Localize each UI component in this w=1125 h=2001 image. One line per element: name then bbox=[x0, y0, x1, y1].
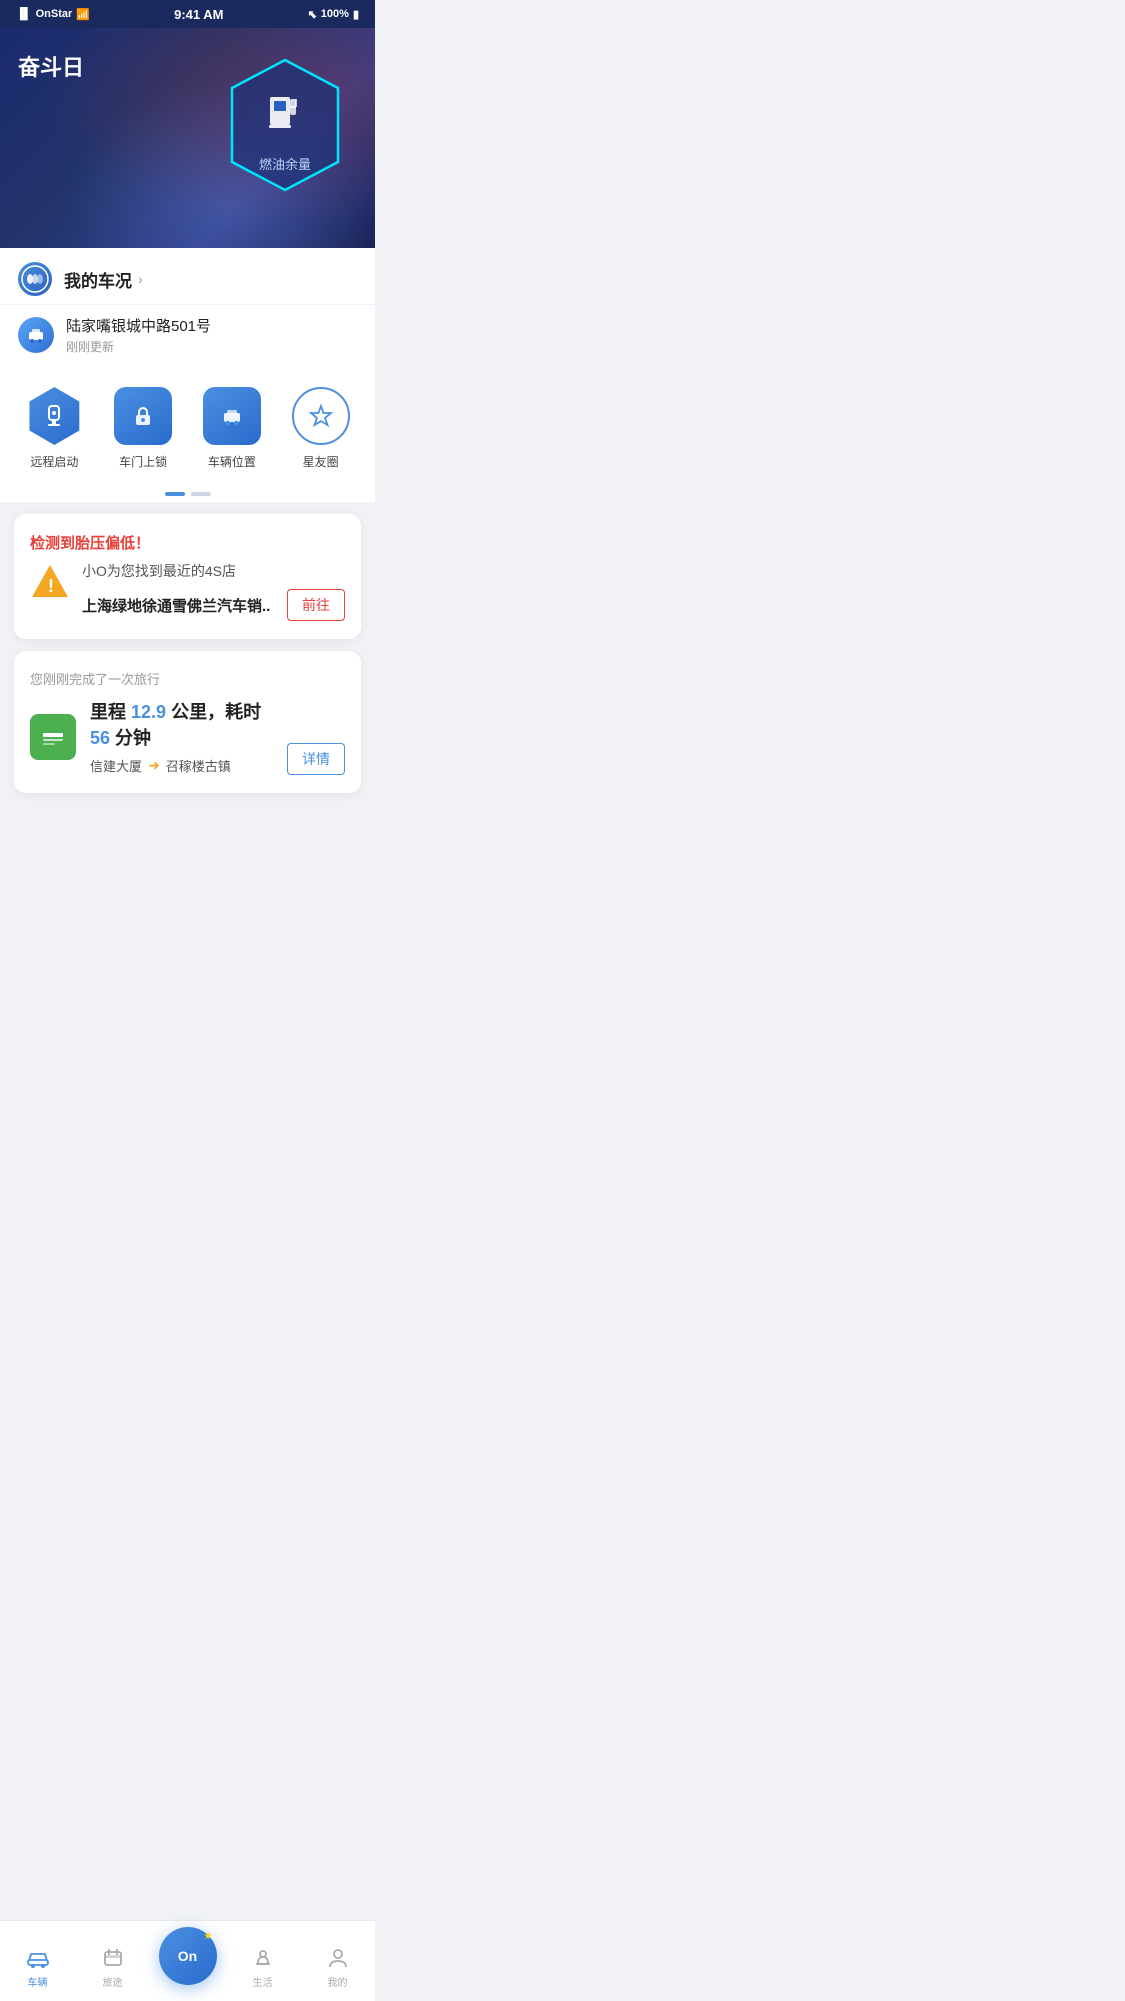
pagination-dots bbox=[0, 482, 375, 502]
location-row: 陆家嘴银城中路501号 刚刚更新 bbox=[0, 305, 375, 369]
status-bar: ▐▌ OnStar 📶 9:41 AM ⬉ 100% ▮ bbox=[0, 0, 375, 28]
location-text: 陆家嘴银城中路501号 刚刚更新 bbox=[66, 315, 357, 355]
status-time: 9:41 AM bbox=[174, 7, 223, 22]
fuel-widget[interactable]: 燃油余量 bbox=[225, 56, 345, 194]
warning-triangle-icon: ! bbox=[30, 561, 70, 601]
main-content: ▐▌ OnStar 📶 9:41 AM ⬉ 100% ▮ 奋斗日 bbox=[0, 0, 375, 885]
nav-life[interactable]: 生活 bbox=[233, 1945, 293, 1989]
nav-center-text: On bbox=[178, 1948, 197, 1964]
remote-start-label: 远程启动 bbox=[30, 453, 78, 470]
alert-card: 检测到胎压偏低！ ! 小O为您找到最近的4S店 上海绿地徐通雪佛兰汽车销.. 前… bbox=[14, 514, 361, 639]
nav-life-label: 生活 bbox=[253, 1974, 273, 1989]
nav-center-button[interactable]: On ★ bbox=[159, 1927, 217, 1985]
chevron-right-icon: › bbox=[138, 271, 143, 287]
trip-to: 召稼楼古镇 bbox=[166, 756, 231, 775]
buick-logo bbox=[18, 262, 52, 296]
trip-icon bbox=[30, 714, 76, 760]
alert-description: 小O为您找到最近的4S店 bbox=[82, 561, 345, 581]
action-star-circle[interactable]: 星友圈 bbox=[285, 387, 357, 470]
door-lock-icon-bg bbox=[114, 387, 172, 445]
trip-duration-unit: 分钟 bbox=[115, 728, 151, 748]
hero-title: 奋斗日 bbox=[18, 50, 84, 82]
status-right: ⬉ 100% ▮ bbox=[308, 8, 359, 21]
nav-center-star-icon: ★ bbox=[204, 1931, 213, 1942]
location-address: 陆家嘴银城中路501号 bbox=[66, 315, 357, 336]
car-status-section: 我的车况 › 陆家嘴银城中路501号 刚刚更新 bbox=[0, 248, 375, 502]
mine-nav-icon bbox=[325, 1945, 351, 1971]
alert-shop-name: 上海绿地徐通雪佛兰汽车销.. bbox=[82, 595, 287, 616]
alert-shop-row: 上海绿地徐通雪佛兰汽车销.. 前往 bbox=[82, 589, 345, 621]
fuel-pump-icon bbox=[265, 87, 305, 142]
car-location-label: 车辆位置 bbox=[208, 453, 256, 470]
trip-detail-button[interactable]: 详情 bbox=[287, 743, 345, 775]
battery-icon: ▮ bbox=[353, 8, 359, 21]
trip-header: 您刚刚完成了一次旅行 bbox=[30, 669, 345, 688]
alert-text-section: 小O为您找到最近的4S店 上海绿地徐通雪佛兰汽车销.. 前往 bbox=[82, 561, 345, 621]
vehicle-nav-icon bbox=[25, 1945, 51, 1971]
alert-title: 检测到胎压偏低！ bbox=[30, 532, 345, 553]
remote-start-icon-bg bbox=[25, 387, 83, 445]
bottom-nav: 车辆 旅途 On ★ 生活 我的 bbox=[0, 1920, 375, 2001]
trip-distance-label: 里程 bbox=[90, 702, 126, 722]
trip-card: 您刚刚完成了一次旅行 里程 12.9 公里，耗时 56 分钟 信建大厦 bbox=[14, 651, 361, 793]
car-location-icon bbox=[18, 317, 54, 353]
action-car-location[interactable]: 车辆位置 bbox=[196, 387, 268, 470]
nav-mine[interactable]: 我的 bbox=[308, 1945, 368, 1989]
dot-active bbox=[165, 492, 185, 496]
trip-info: 里程 12.9 公里，耗时 56 分钟 信建大厦 ➜ 召稼楼古镇 bbox=[90, 698, 273, 775]
action-door-lock[interactable]: 车门上锁 bbox=[107, 387, 179, 470]
hero-section: 奋斗日 燃油余量 bbox=[0, 28, 375, 248]
battery-level: 100% bbox=[321, 8, 349, 20]
location-last-updated: 刚刚更新 bbox=[66, 338, 357, 355]
nav-journey[interactable]: 旅途 bbox=[83, 1945, 143, 1989]
journey-nav-icon bbox=[100, 1945, 126, 1971]
car-status-label: 我的车况 bbox=[64, 267, 132, 292]
car-location-icon-bg bbox=[203, 387, 261, 445]
car-status-row[interactable]: 我的车况 › bbox=[0, 248, 375, 305]
trip-body: 里程 12.9 公里，耗时 56 分钟 信建大厦 ➜ 召稼楼古镇 详情 bbox=[30, 698, 345, 775]
trip-stats: 里程 12.9 公里，耗时 56 分钟 bbox=[90, 698, 273, 750]
door-lock-label: 车门上锁 bbox=[119, 453, 167, 470]
trip-arrow-icon: ➜ bbox=[148, 757, 160, 774]
star-circle-label: 星友圈 bbox=[303, 453, 339, 470]
trip-duration: 56 bbox=[90, 728, 110, 748]
trip-from: 信建大厦 bbox=[90, 756, 142, 775]
quick-actions: 远程启动 车门上锁 bbox=[0, 369, 375, 482]
star-circle-icon-bg bbox=[292, 387, 350, 445]
signal-icon: ▐▌ bbox=[16, 8, 32, 20]
action-remote-start[interactable]: 远程启动 bbox=[18, 387, 90, 470]
svg-text:!: ! bbox=[48, 576, 54, 596]
alert-goto-button[interactable]: 前往 bbox=[287, 589, 345, 621]
nav-vehicle-label: 车辆 bbox=[28, 1974, 48, 1989]
alert-body: ! 小O为您找到最近的4S店 上海绿地徐通雪佛兰汽车销.. 前往 bbox=[30, 561, 345, 621]
wifi-icon: 📶 bbox=[76, 8, 90, 21]
dot-inactive bbox=[191, 492, 211, 496]
nav-mine-label: 我的 bbox=[328, 1974, 348, 1989]
carrier-name: OnStar bbox=[36, 8, 73, 20]
quick-actions-row: 远程启动 车门上锁 bbox=[0, 387, 375, 470]
trip-route: 信建大厦 ➜ 召稼楼古镇 bbox=[90, 756, 273, 775]
fuel-label: 燃油余量 bbox=[259, 154, 311, 173]
trip-distance-unit: 公里，耗时 bbox=[171, 702, 261, 722]
status-left: ▐▌ OnStar 📶 bbox=[16, 8, 90, 21]
nav-home-center[interactable]: On ★ bbox=[158, 1927, 218, 1989]
life-nav-icon bbox=[250, 1945, 276, 1971]
nav-journey-label: 旅途 bbox=[103, 1974, 123, 1989]
fuel-content: 燃油余量 bbox=[259, 87, 311, 173]
trip-distance: 12.9 bbox=[131, 702, 166, 722]
nav-vehicle[interactable]: 车辆 bbox=[8, 1945, 68, 1989]
bluetooth-icon: ⬉ bbox=[308, 8, 317, 21]
